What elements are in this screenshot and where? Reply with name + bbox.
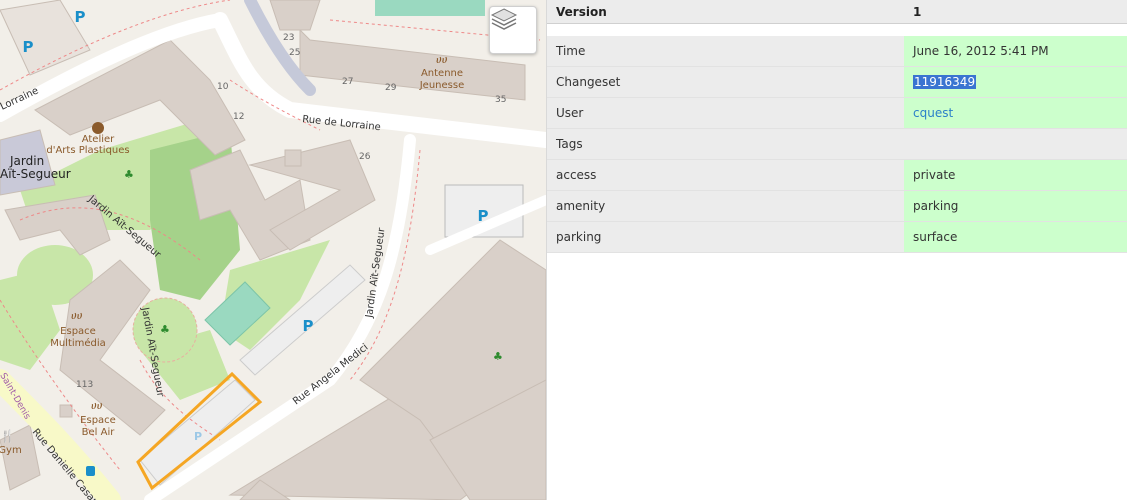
place-gym: Gym xyxy=(0,445,22,456)
house-number: 26 xyxy=(359,152,371,162)
feature-info-panel: Version 1 Time June 16, 2012 5:41 PM Cha… xyxy=(547,0,1127,500)
house-number: 27 xyxy=(342,77,353,87)
row-tags-header: Tags xyxy=(547,129,1127,160)
changeset-label: Changeset xyxy=(556,75,621,89)
art-palette-icon xyxy=(92,122,104,134)
playground-icon: ♣ xyxy=(160,323,170,336)
tag-value: surface xyxy=(904,222,1127,252)
version-value: 1 xyxy=(913,4,922,19)
house-number: 29 xyxy=(385,83,397,93)
tag-row-access: access private xyxy=(547,160,1127,191)
parking-icon-small: P xyxy=(194,430,202,443)
spacer xyxy=(547,24,1127,36)
map-canvas[interactable]: Rue de Lorraine Lorraine Jardin Aït-Segu… xyxy=(0,0,546,500)
row-changeset: Changeset 11916349 xyxy=(547,67,1127,98)
house-number: 25 xyxy=(289,48,300,58)
version-header: Version 1 xyxy=(547,0,1127,24)
time-value: June 16, 2012 5:41 PM xyxy=(904,36,1127,66)
map-view[interactable]: Rue de Lorraine Lorraine Jardin Aït-Segu… xyxy=(0,0,547,500)
playground-icon: ♣ xyxy=(493,350,503,363)
parking-icon: P xyxy=(23,38,34,56)
layers-icon xyxy=(490,8,518,30)
place-ait-segueur: Aït-Segueur xyxy=(0,167,71,181)
tag-row-parking: parking surface xyxy=(547,222,1127,253)
tags-empty xyxy=(904,129,1127,159)
user-link[interactable]: cquest xyxy=(913,106,953,120)
version-label: Version xyxy=(556,4,607,19)
place-jeunesse: Jeunesse xyxy=(419,80,465,91)
tag-value: parking xyxy=(904,191,1127,221)
layers-button[interactable] xyxy=(489,6,537,54)
street-label-angela-medici: Rue Angela Medici xyxy=(291,342,370,407)
tag-key: parking xyxy=(556,230,602,244)
house-number: 12 xyxy=(233,112,244,122)
place-atelier: Atelier xyxy=(82,134,115,145)
building-small xyxy=(284,149,302,167)
community-icon: ሀሀ xyxy=(71,309,83,322)
row-time: Time June 16, 2012 5:41 PM xyxy=(547,36,1127,67)
bus-stop-icon xyxy=(86,466,95,476)
restaurant-icon: 🍴 xyxy=(0,429,15,443)
row-user: User cquest xyxy=(547,98,1127,129)
house-number: 10 xyxy=(217,82,229,92)
user-label: User xyxy=(556,106,584,120)
parking-icon: P xyxy=(303,317,314,335)
parking-icon: P xyxy=(75,8,86,26)
user-value-cell: cquest xyxy=(904,98,1127,128)
time-label: Time xyxy=(556,44,586,58)
building-small xyxy=(59,404,73,418)
place-multimedia: Multimédia xyxy=(50,337,106,349)
place-espace-ba: Espace xyxy=(80,415,116,426)
house-number: 23 xyxy=(283,33,294,43)
tag-key: access xyxy=(556,168,597,182)
place-espace-mm: Espace xyxy=(60,326,96,337)
tag-value: private xyxy=(904,160,1127,190)
changeset-value[interactable]: 11916349 xyxy=(913,75,977,89)
pitch-top xyxy=(375,0,485,16)
community-icon: ሀሀ xyxy=(436,53,448,66)
place-arts: d'Arts Plastiques xyxy=(46,145,129,156)
place-antenne: Antenne xyxy=(421,68,463,79)
tag-key: amenity xyxy=(556,199,606,213)
playground-icon: ♣ xyxy=(124,168,134,181)
building xyxy=(269,0,321,31)
house-number: 113 xyxy=(76,380,93,390)
house-number: 35 xyxy=(495,95,506,105)
community-icon: ሀሀ xyxy=(91,399,103,412)
changeset-value-cell: 11916349 xyxy=(904,67,1127,97)
tags-label: Tags xyxy=(556,137,583,151)
tag-row-amenity: amenity parking xyxy=(547,191,1127,222)
place-bel-air: Bel Air xyxy=(82,427,116,438)
parking-icon: P xyxy=(478,207,489,225)
place-jardin: Jardin xyxy=(9,154,44,168)
